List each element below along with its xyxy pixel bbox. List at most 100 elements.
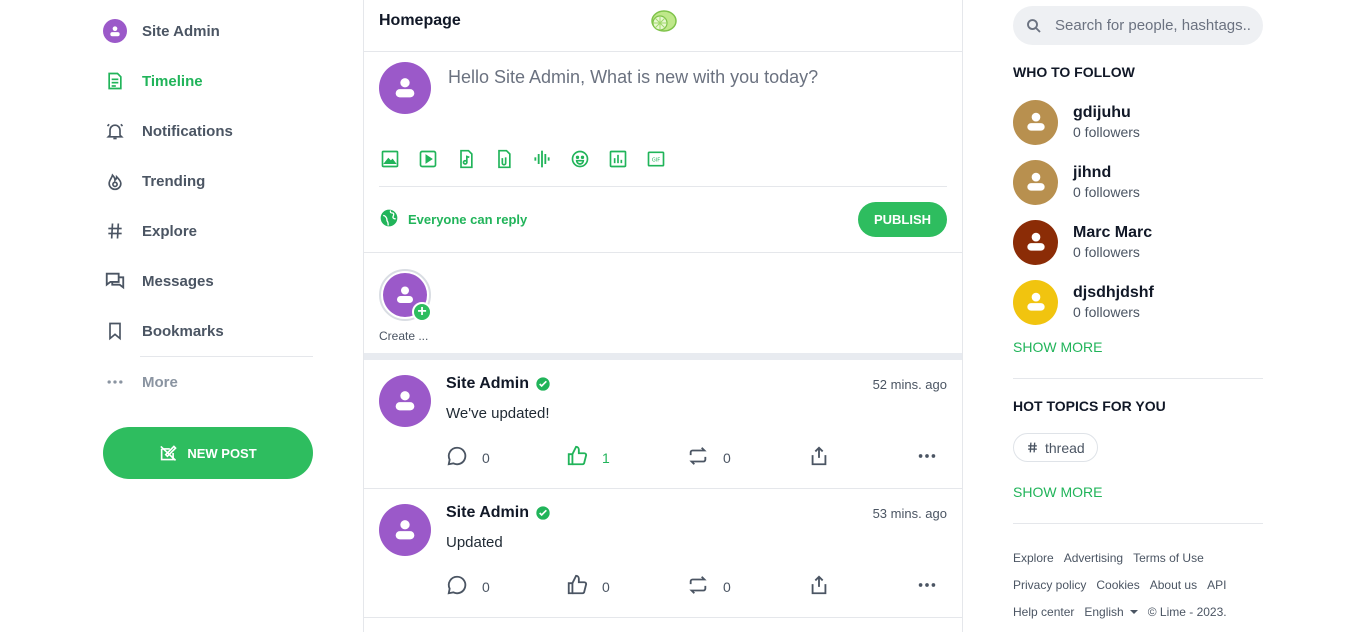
comment-count: 0 [482, 450, 490, 466]
language-selector[interactable]: English [1084, 605, 1138, 619]
footer-link-help[interactable]: Help center [1013, 605, 1074, 619]
footer-row: Explore Advertising Terms of Use [1013, 551, 1214, 565]
repost-button[interactable]: 0 [687, 446, 731, 469]
sidebar-item-profile[interactable]: Site Admin [103, 13, 313, 49]
sidebar-item-trending[interactable]: Trending [103, 163, 313, 199]
like-button[interactable]: 1 [566, 445, 610, 472]
search-input[interactable]: Search for people, hashtags.. [1013, 6, 1263, 45]
video-icon[interactable] [417, 148, 439, 170]
compose-icon [159, 444, 179, 462]
avatar [1013, 219, 1058, 265]
share-icon [808, 445, 830, 472]
hash-icon [1026, 441, 1039, 454]
document-icon[interactable] [493, 148, 515, 170]
post-author-name: Site Admin [446, 375, 529, 392]
post-actions: 0 0 0 [446, 574, 950, 601]
footer-link-explore[interactable]: Explore [1013, 551, 1054, 565]
follow-name: Marc Marc [1073, 224, 1153, 241]
comment-count: 0 [482, 579, 490, 595]
post-timestamp[interactable]: 53 mins. ago [873, 506, 947, 521]
avatar [1013, 159, 1058, 205]
post-composer: Hello Site Admin, What is new with you t… [364, 52, 962, 253]
sidebar-item-bookmarks[interactable]: Bookmarks [103, 313, 313, 349]
bell-icon [103, 119, 127, 143]
follow-suggestion[interactable]: Marc Marc 0 followers [1013, 219, 1263, 265]
footer-link-advertising[interactable]: Advertising [1064, 551, 1123, 565]
topic-tag[interactable]: thread [1013, 433, 1098, 462]
follow-suggestion[interactable]: djsdhjdshf 0 followers [1013, 279, 1263, 325]
follow-suggestion[interactable]: gdijuhu 0 followers [1013, 99, 1263, 145]
verified-icon [535, 376, 551, 392]
emoji-icon[interactable] [569, 148, 591, 170]
music-icon[interactable] [455, 148, 477, 170]
share-button[interactable] [808, 574, 830, 598]
footer-link-terms[interactable]: Terms of Use [1133, 551, 1204, 565]
sidebar-item-label: Timeline [142, 72, 203, 90]
more-dots-icon [103, 370, 127, 394]
footer-link-cookies[interactable]: Cookies [1096, 578, 1139, 592]
show-more-follow-link[interactable]: SHOW MORE [1013, 339, 1102, 355]
post-card[interactable]: Site Admin 52 mins. ago We've updated! 0… [364, 360, 962, 489]
sidebar-item-explore[interactable]: Explore [103, 213, 313, 249]
share-button[interactable] [808, 445, 830, 472]
sidebar-divider [140, 356, 313, 357]
sidebar-item-label: Messages [142, 272, 214, 290]
post-menu-button[interactable] [916, 576, 938, 598]
post-text: Updated [446, 534, 503, 551]
thumbs-up-icon [566, 445, 588, 472]
follower-count: 0 followers [1073, 244, 1140, 260]
comment-icon [446, 445, 468, 472]
messages-icon [103, 269, 127, 293]
follower-count: 0 followers [1073, 184, 1140, 200]
comment-icon [446, 574, 468, 601]
post-timestamp[interactable]: 52 mins. ago [873, 377, 947, 392]
repost-button[interactable]: 0 [687, 575, 731, 598]
lime-logo-icon[interactable] [648, 8, 678, 39]
sidebar-item-label: Explore [142, 222, 198, 240]
avatar[interactable] [379, 504, 431, 556]
reply-setting-label: Everyone can reply [408, 212, 528, 227]
composer-divider [379, 186, 947, 187]
timeline-icon [103, 69, 127, 93]
footer-link-privacy[interactable]: Privacy policy [1013, 578, 1086, 592]
poll-icon[interactable] [607, 148, 629, 170]
publish-button[interactable]: PUBLISH [858, 202, 947, 237]
sidebar-item-notifications[interactable]: Notifications [103, 113, 313, 149]
show-more-topics-link[interactable]: SHOW MORE [1013, 484, 1102, 500]
follower-count: 0 followers [1073, 124, 1140, 140]
main-feed: Homepage Hello Site Admin, What is new w… [363, 0, 963, 632]
sidebar-item-label: Notifications [142, 122, 233, 140]
gif-icon[interactable]: GIF [645, 148, 667, 170]
create-story-button[interactable]: + Create ... [379, 269, 433, 343]
who-to-follow-title: WHO TO FOLLOW [1013, 64, 1135, 80]
post-menu-button[interactable] [916, 447, 938, 469]
footer-link-api[interactable]: API [1207, 578, 1226, 592]
search-icon [1025, 17, 1043, 35]
post-author[interactable]: Site Admin [446, 504, 551, 522]
avatar[interactable] [379, 375, 431, 427]
follow-name: djsdhjdshf [1073, 284, 1154, 301]
like-button[interactable]: 0 [566, 574, 610, 598]
follow-name: gdijuhu [1073, 104, 1131, 121]
sidebar-item-timeline[interactable]: Timeline [103, 63, 313, 99]
comment-button[interactable]: 0 [446, 445, 490, 472]
follower-count: 0 followers [1073, 304, 1140, 320]
comment-button[interactable]: 0 [446, 574, 490, 601]
composer-input[interactable]: Hello Site Admin, What is new with you t… [448, 67, 818, 88]
reply-setting[interactable]: Everyone can reply [379, 208, 527, 231]
new-post-button[interactable]: NEW POST [103, 427, 313, 479]
image-icon[interactable] [379, 148, 401, 170]
hash-icon [103, 219, 127, 243]
page-title: Homepage [379, 12, 461, 29]
footer-link-about[interactable]: About us [1150, 578, 1197, 592]
post-author[interactable]: Site Admin [446, 375, 551, 393]
voice-icon[interactable] [531, 148, 553, 170]
post-text: We've updated! [446, 405, 550, 422]
sidebar-item-messages[interactable]: Messages [103, 263, 313, 299]
chevron-down-icon [1129, 610, 1138, 614]
post-card[interactable]: Site Admin 53 mins. ago Updated 0 0 0 [364, 489, 962, 618]
follow-suggestion[interactable]: jihnd 0 followers [1013, 159, 1263, 205]
like-count: 1 [602, 450, 610, 466]
new-post-label: NEW POST [187, 445, 257, 461]
sidebar-item-more[interactable]: More [103, 364, 313, 400]
